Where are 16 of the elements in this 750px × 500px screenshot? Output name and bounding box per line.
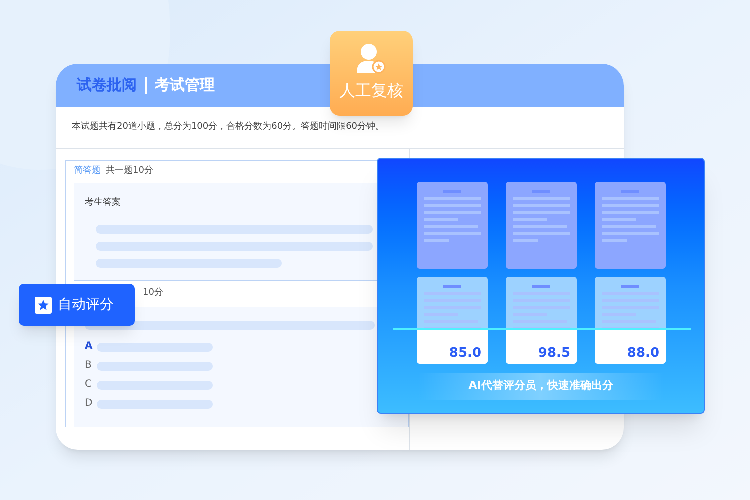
exam-notice: 本试题共有20道小题，总分为100分，合格分数为60分。答题时间限60分钟。 (72, 120, 385, 134)
user-star-icon (356, 43, 386, 75)
badge-label: 自动评分 (58, 296, 114, 314)
option-letter[interactable]: B (85, 361, 93, 371)
question-meta: 10分 (143, 287, 164, 300)
option-letter[interactable]: A (85, 342, 93, 352)
caption-text: AI代替评分员，快速准确出分 (468, 378, 614, 394)
score-value: 88.0 (627, 347, 660, 360)
score-value: 85.0 (449, 347, 482, 360)
question-meta: 共一题10分 (106, 165, 154, 178)
badge-label: 人工复核 (340, 80, 404, 102)
answer-label: 考生答案 (85, 197, 122, 210)
question-type: 简答题 (74, 165, 101, 178)
option-letter[interactable]: C (85, 380, 93, 390)
option-letter[interactable]: D (85, 399, 93, 409)
score-value: 98.5 (538, 347, 570, 360)
